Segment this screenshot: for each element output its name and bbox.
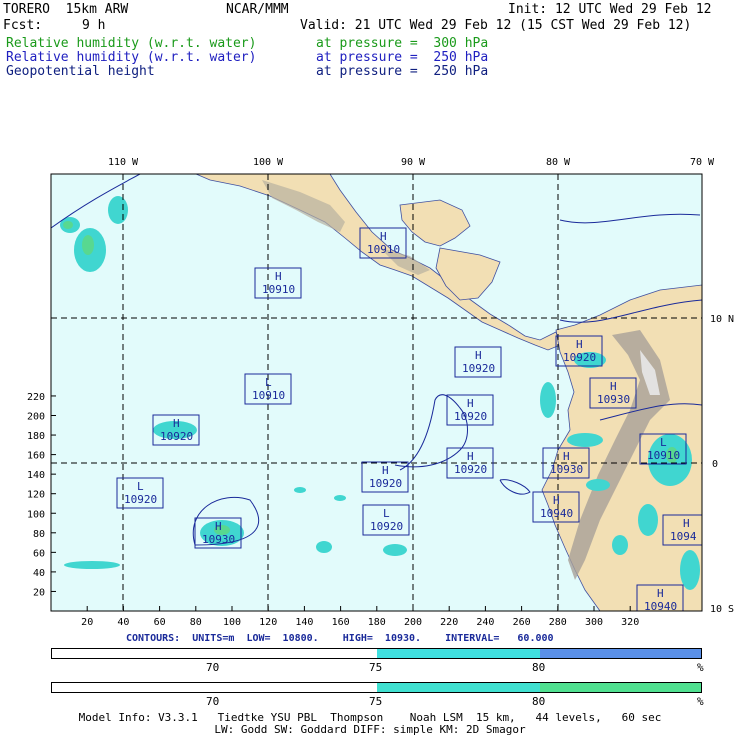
center-type: H — [467, 450, 474, 463]
center-type: H — [576, 338, 583, 351]
x-tick-label: 80 — [190, 617, 202, 628]
center-value: 10930 — [597, 393, 630, 406]
colorbar-seg-high — [540, 683, 701, 692]
center-value: 10920 — [454, 463, 487, 476]
center-type: H — [380, 230, 387, 243]
center-value: 10940 — [540, 507, 573, 520]
y-tick-label: 160 — [27, 451, 45, 462]
y-tick-label: 200 — [27, 412, 45, 423]
contour-info: CONTOURS: UNITS=m LOW= 10800. HIGH= 1093… — [126, 633, 554, 644]
y-tick-label: 60 — [33, 548, 45, 559]
colorbar-1-label-80: 80 — [532, 661, 546, 674]
center-value: 10920 — [124, 493, 157, 506]
x-tick-label: 300 — [585, 617, 603, 628]
center-type: L — [265, 376, 272, 389]
lon-label: 80 W — [546, 157, 571, 168]
colorbar-seg-low — [52, 683, 377, 692]
colorbar-2-label-70: 70 — [206, 695, 220, 708]
lat-label: 0 — [712, 459, 718, 470]
colorbar-rh-300 — [51, 682, 702, 693]
center-type: H — [382, 464, 389, 477]
center-value: 10920 — [160, 430, 193, 443]
y-tick-label: 100 — [27, 509, 45, 520]
center-type: H — [215, 520, 222, 533]
colorbar-seg-mid — [377, 649, 540, 658]
lon-label: 70 W — [690, 157, 715, 168]
center-type: L — [660, 436, 667, 449]
x-tick-label: 260 — [513, 617, 531, 628]
center-value: 10910 — [367, 243, 400, 256]
center-value: 1094 — [670, 530, 697, 543]
center-type: H — [173, 417, 180, 430]
contour-units: UNITS=m — [192, 633, 235, 644]
center-type: H — [475, 349, 482, 362]
colorbar-rh-250 — [51, 648, 702, 659]
y-tick-label: 220 — [27, 392, 45, 403]
colorbar-2-unit: % — [697, 695, 704, 708]
x-tick-label: 320 — [621, 617, 639, 628]
lon-label: 100 W — [253, 157, 284, 168]
lat-label: 10 N — [710, 314, 734, 325]
x-tick-label: 140 — [295, 617, 313, 628]
contour-interval: INTERVAL= 60.000 — [445, 633, 554, 644]
y-tick-label: 140 — [27, 470, 45, 481]
center-type: H — [553, 494, 560, 507]
contour-label: CONTOURS: — [126, 633, 181, 644]
center-type: H — [275, 270, 282, 283]
center-value: 10930 — [202, 533, 235, 546]
center-type: H — [657, 587, 664, 600]
lon-label: 90 W — [401, 157, 426, 168]
center-value: 10920 — [563, 351, 596, 364]
center-value: 10910 — [647, 449, 680, 462]
colorbar-1-label-70: 70 — [206, 661, 220, 674]
y-tick-label: 180 — [27, 431, 45, 442]
center-value: 10910 — [262, 283, 295, 296]
x-tick-label: 180 — [368, 617, 386, 628]
center-type: H — [563, 450, 570, 463]
colorbar-2-label-80: 80 — [532, 695, 546, 708]
y-tick-label: 40 — [33, 568, 45, 579]
contour-high: HIGH= 10930. — [342, 633, 422, 644]
center-value: 10920 — [462, 362, 495, 375]
x-tick-label: 200 — [404, 617, 422, 628]
x-tick-label: 220 — [440, 617, 458, 628]
lon-label: 110 W — [108, 157, 139, 168]
center-type: H — [683, 517, 690, 530]
lat-label: 10 S — [710, 604, 734, 615]
center-type: H — [467, 397, 474, 410]
center-value: 10920 — [369, 477, 402, 490]
physics-info: LW: Godd SW: Goddard DIFF: simple KM: 2D… — [214, 723, 526, 736]
y-tick-label: 120 — [27, 490, 45, 501]
contour-low: LOW= 10800. — [246, 633, 319, 644]
colorbar-1-label-75: 75 — [369, 661, 383, 674]
colorbar-seg-mid — [377, 683, 540, 692]
center-type: L — [383, 507, 390, 520]
colorbar-seg-high — [540, 649, 701, 658]
center-value: 10910 — [252, 389, 285, 402]
lat-labels: 10 N 0 10 S — [710, 314, 734, 615]
center-value: 10930 — [550, 463, 583, 476]
center-type: H — [610, 380, 617, 393]
lon-labels: 110 W 100 W 90 W 80 W 70 W — [108, 157, 715, 168]
x-tick-label: 160 — [332, 617, 350, 628]
colorbar-2-label-75: 75 — [369, 695, 383, 708]
center-value: 10920 — [370, 520, 403, 533]
colorbar-1-unit: % — [697, 661, 704, 674]
y-tick-label: 80 — [33, 529, 45, 540]
x-tick-label: 20 — [81, 617, 93, 628]
x-tick-label: 40 — [117, 617, 129, 628]
x-tick-label: 240 — [476, 617, 494, 628]
center-value: 10920 — [454, 410, 487, 423]
x-tick-label: 120 — [259, 617, 277, 628]
colorbar-seg-low — [52, 649, 377, 658]
center-type: L — [137, 480, 144, 493]
y-tick-label: 20 — [33, 587, 45, 598]
x-tick-label: 100 — [223, 617, 241, 628]
x-tick-label: 60 — [154, 617, 166, 628]
x-tick-label: 280 — [549, 617, 567, 628]
weather-map: H10910H10910L10910H10920H10920H10920H109… — [27, 157, 734, 628]
